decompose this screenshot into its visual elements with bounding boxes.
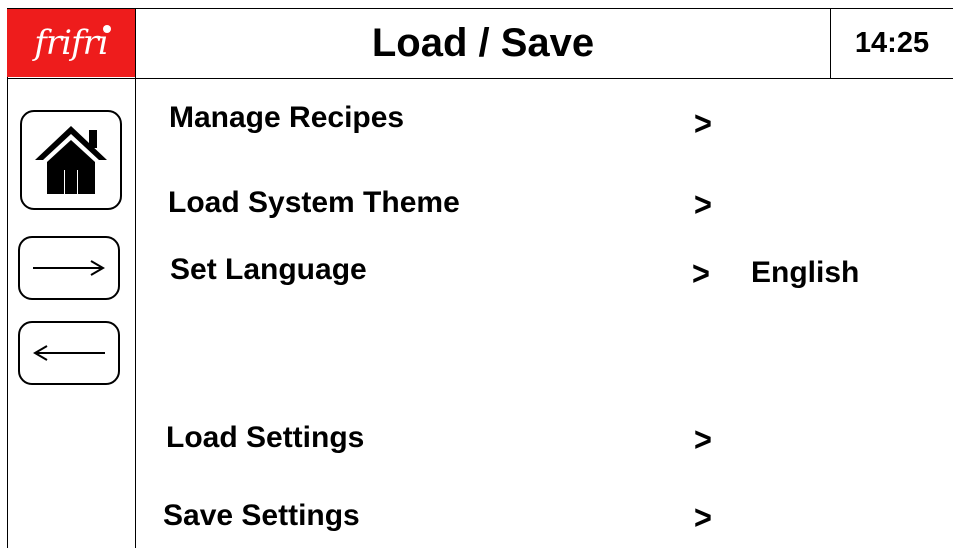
brand-logo-text: frifri: [34, 23, 108, 63]
back-button[interactable]: [18, 321, 120, 385]
left-border: [7, 8, 8, 548]
set-language-item[interactable]: Set Language: [170, 253, 367, 287]
home-icon: [35, 126, 107, 194]
load-system-theme-arrow-icon[interactable]: >: [694, 186, 712, 225]
logo-star-icon: [103, 25, 111, 33]
header-divider: [7, 78, 953, 79]
sidebar-divider: [135, 8, 136, 548]
arrow-right-icon: [33, 260, 105, 276]
home-button[interactable]: [20, 110, 122, 210]
load-system-theme-item[interactable]: Load System Theme: [168, 186, 460, 220]
screen-frame: frifri Load / Save 14:25 Manage Recipes …: [0, 0, 953, 548]
save-settings-item[interactable]: Save Settings: [163, 499, 360, 533]
manage-recipes-arrow-icon[interactable]: >: [694, 105, 712, 144]
load-settings-arrow-icon[interactable]: >: [694, 421, 712, 460]
language-value: English: [751, 256, 860, 289]
brand-logo: frifri: [7, 9, 135, 77]
manage-recipes-item[interactable]: Manage Recipes: [169, 101, 404, 135]
set-language-arrow-icon[interactable]: >: [692, 255, 710, 294]
forward-button[interactable]: [18, 236, 120, 300]
save-settings-arrow-icon[interactable]: >: [694, 499, 712, 538]
clock-display: 14:25: [854, 27, 930, 59]
load-settings-item[interactable]: Load Settings: [166, 421, 364, 455]
page-title: Load / Save: [371, 21, 595, 65]
arrow-left-icon: [33, 345, 105, 361]
